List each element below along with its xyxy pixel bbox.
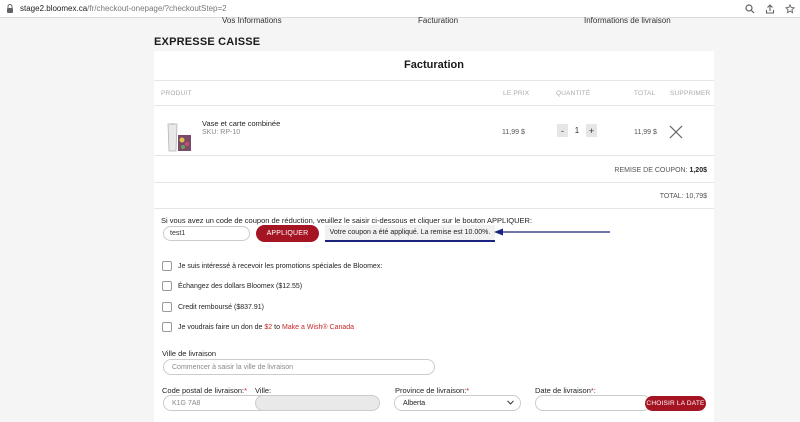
checkout-steps: Vos Informations Facturation Information… — [0, 16, 800, 28]
checkbox[interactable] — [162, 281, 172, 291]
divider — [154, 182, 714, 183]
divider — [154, 80, 714, 81]
delivery-city-label: Ville de livraison — [162, 349, 217, 358]
star-icon[interactable] — [784, 3, 796, 15]
checkbox[interactable] — [162, 302, 172, 312]
arrow-annotation-icon — [494, 228, 610, 236]
product-sku: SKU: RP-10 — [202, 129, 241, 136]
province-value: Alberta — [403, 399, 426, 407]
coupon-instructions: Si vous avez un code de coupon de réduct… — [161, 216, 533, 225]
donation-to: to — [274, 323, 280, 331]
chevron-down-icon — [507, 399, 514, 407]
zoom-icon[interactable] — [744, 3, 756, 15]
quantity-stepper: - 1 + — [557, 124, 597, 137]
donation-prefix: Je voudrais faire un don de — [178, 323, 263, 331]
required-mark: * — [466, 386, 470, 395]
postal-code-label: Code postal de livraison:* — [162, 386, 247, 395]
required-mark: * — [590, 386, 594, 395]
checkbox-promotions[interactable]: Je suis intéressé à recevoir les promoti… — [162, 261, 382, 271]
checkbox-label: Je suis intéressé à recevoir les promoti… — [178, 262, 383, 270]
checkbox-credit[interactable]: Credit remboursé ($837.91) — [162, 302, 264, 312]
divider — [154, 105, 714, 106]
delivery-date-input[interactable] — [535, 395, 651, 411]
quantity-increase-button[interactable]: + — [586, 124, 597, 137]
province-label-text: Province de livraison: — [395, 386, 467, 395]
lock-icon — [4, 3, 16, 15]
coupon-discount: REMISE DE COUPON: 1,20$ — [614, 167, 707, 174]
coupon-success-message: Votre coupon a été appliqué. La remise e… — [325, 225, 495, 242]
quantity-decrease-button[interactable]: - — [557, 124, 568, 137]
donation-amount: $2 — [264, 323, 273, 331]
page-title: EXPRESSE CAISSE — [154, 36, 261, 48]
url-host: stage2.bloomex.ca — [20, 4, 88, 13]
header-quantity: QUANTITÉ — [556, 90, 591, 97]
province-select[interactable]: Alberta — [394, 395, 521, 411]
product-total: 11,99 $ — [634, 129, 657, 136]
checkbox-donation[interactable]: Je voudrais faire un don de $2 to Make a… — [162, 322, 354, 332]
step-informations-livraison[interactable]: Informations de livraison — [584, 16, 671, 25]
product-price: 11,99 $ — [502, 129, 525, 136]
step-facturation[interactable]: Facturation — [418, 16, 458, 25]
required-mark: * — [244, 386, 248, 395]
delivery-city-input[interactable]: Commencer à saisir la ville de livraison — [163, 359, 435, 375]
url-text[interactable]: stage2.bloomex.ca/fr/checkout-onepage/?c… — [20, 4, 227, 13]
step-vos-informations[interactable]: Vos Informations — [222, 16, 282, 25]
share-icon[interactable] — [764, 3, 776, 15]
choose-date-button[interactable]: CHOISIR LA DATE — [645, 396, 706, 411]
card-title: Facturation — [404, 59, 464, 71]
city-input — [255, 395, 380, 411]
city-label: Ville: — [255, 386, 272, 395]
header-total: TOTAL — [634, 90, 656, 97]
divider — [154, 155, 714, 156]
product-image[interactable] — [162, 121, 196, 155]
checkbox-label: Échangez des dollars Bloomex ($12.55) — [178, 282, 303, 290]
checkbox-label: Credit remboursé ($837.91) — [178, 303, 264, 311]
divider — [154, 208, 714, 209]
checkout-card: Facturation PRODUIT LE PRIX QUANTITÉ TOT… — [154, 51, 714, 422]
coupon-discount-label: REMISE DE COUPON: — [614, 167, 688, 174]
header-product: PRODUIT — [161, 90, 192, 97]
product-name[interactable]: Vase et carte combinée — [202, 119, 280, 128]
close-icon[interactable] — [669, 125, 683, 139]
checkbox[interactable] — [162, 261, 172, 271]
url-path: /fr/checkout-onepage/?checkoutStep=2 — [87, 4, 227, 13]
donation-org-link[interactable]: Make a Wish® Canada — [282, 324, 354, 331]
quantity-value[interactable]: 1 — [572, 126, 582, 135]
delivery-date-label: Date de livraison*: — [535, 386, 596, 395]
postal-code-label-text: Code postal de livraison: — [162, 386, 245, 395]
coupon-discount-value: 1,20$ — [689, 167, 707, 174]
checkbox[interactable] — [162, 322, 172, 332]
province-label: Province de livraison:* — [395, 386, 469, 395]
apply-coupon-button[interactable]: APPLIQUER — [256, 225, 319, 242]
delivery-date-label-text: Date de livraison — [535, 386, 591, 395]
order-total: TOTAL: 10,79$ — [659, 193, 707, 200]
checkbox-exchange-dollars[interactable]: Échangez des dollars Bloomex ($12.55) — [162, 281, 302, 291]
header-remove: SUPPRIMER — [670, 90, 711, 97]
header-price: LE PRIX — [503, 90, 530, 97]
coupon-input[interactable] — [163, 226, 250, 241]
